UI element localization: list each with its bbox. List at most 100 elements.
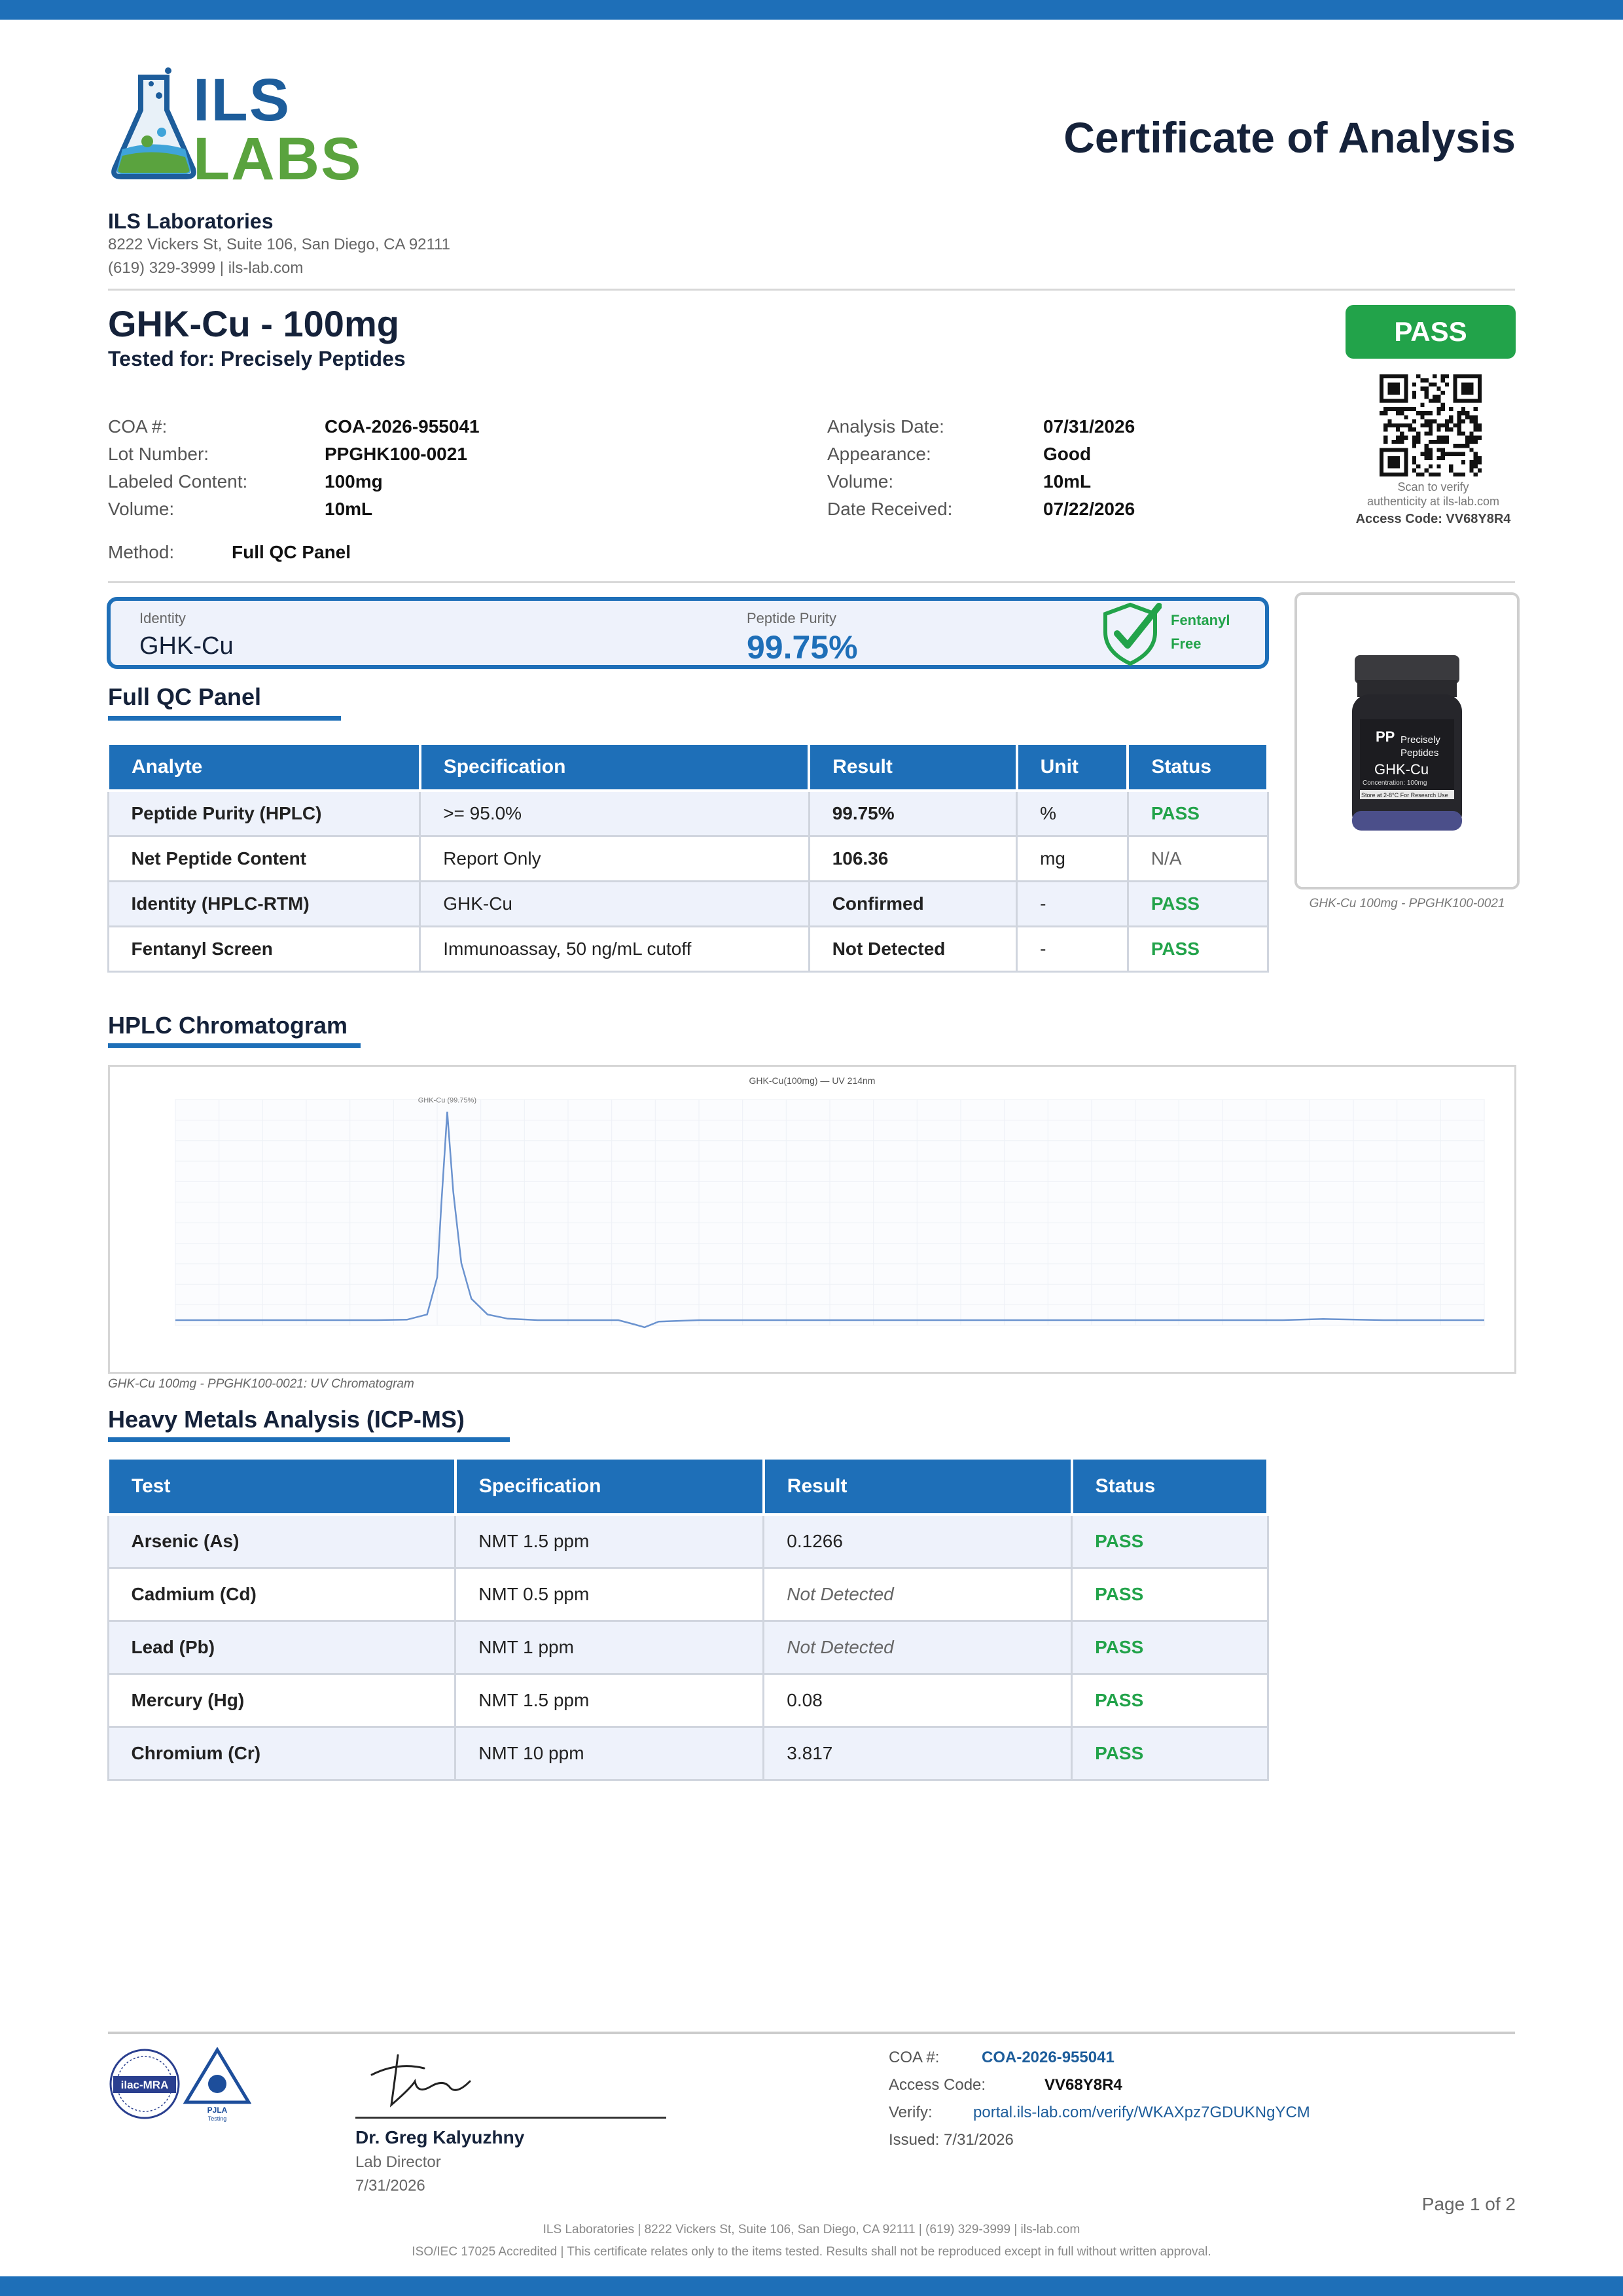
metal-specification: NMT 0.5 ppm xyxy=(454,1566,765,1622)
metal-specification: NMT 10 ppm xyxy=(454,1725,765,1781)
qc-specification: GHK-Cu xyxy=(419,880,810,927)
chromatogram-underline xyxy=(108,1043,361,1048)
table-row: Net Peptide Content Report Only 106.36 m… xyxy=(107,834,1269,882)
qc-result: Not Detected xyxy=(808,925,1018,973)
qr-code-icon[interactable] xyxy=(1380,374,1482,476)
purity-value: 99.75% xyxy=(747,629,858,666)
volume-right-value: 10mL xyxy=(1043,471,1092,492)
vial-image: Precisely Peptides PP GHK-Cu Concentrati… xyxy=(1297,595,1517,887)
identity-label: Identity xyxy=(139,610,186,626)
qc-analyte: Peptide Purity (HPLC) xyxy=(107,789,421,837)
metal-specification: NMT 1 ppm xyxy=(454,1619,765,1675)
metal-status: PASS xyxy=(1071,1513,1269,1569)
coa-number-label: COA #: xyxy=(108,416,168,437)
metal-specification: NMT 1.5 ppm xyxy=(454,1513,765,1569)
metal-status: PASS xyxy=(1071,1619,1269,1675)
qc-unit: - xyxy=(1016,925,1129,973)
method-label: Method: xyxy=(108,542,175,562)
logo-labs-text: LABS xyxy=(193,126,363,192)
qc-result: 106.36 xyxy=(808,834,1018,882)
qc-status: PASS xyxy=(1126,880,1269,927)
top-color-band xyxy=(0,0,1623,20)
lab-address: 8222 Vickers St, Suite 106, San Diego, C… xyxy=(108,236,451,253)
vial-product-name: GHK-Cu xyxy=(1374,761,1429,778)
identity-value: GHK-Cu xyxy=(139,632,234,660)
table-row: Identity (HPLC-RTM) GHK-Cu Confirmed - P… xyxy=(107,880,1269,927)
product-image-caption: GHK-Cu 100mg - PPGHK100-0021 xyxy=(1309,897,1505,910)
verify-link[interactable]: portal.ils-lab.com/verify/WKAXpz7GDUKNgY… xyxy=(973,2104,1310,2122)
chromatogram-svg: GHK-Cu(100mg) — UV 214nm GHK-Cu (99.75%) xyxy=(175,1075,1485,1329)
vial-brand2: Peptides xyxy=(1400,747,1438,759)
metals-header-status: Status xyxy=(1070,1457,1270,1516)
qc-unit: - xyxy=(1016,880,1129,927)
metal-test: Arsenic (As) xyxy=(107,1513,457,1569)
metals-title: Heavy Metals Analysis (ICP-MS) xyxy=(108,1406,465,1433)
qc-header-unit: Unit xyxy=(1015,742,1130,792)
metal-test: Chromium (Cr) xyxy=(107,1725,457,1781)
qc-panel-title: Full QC Panel xyxy=(108,683,262,710)
footer-access-value: VV68Y8R4 xyxy=(1044,2076,1122,2094)
metal-status: PASS xyxy=(1071,1566,1269,1622)
pjla-seal-icon: PJLA Testing xyxy=(183,2047,251,2122)
access-code-label: Access Code: VV68Y8R4 xyxy=(1355,512,1511,526)
method-value: Full QC Panel xyxy=(232,542,351,562)
product-image: Precisely Peptides PP GHK-Cu Concentrati… xyxy=(1294,592,1520,889)
signature-image xyxy=(370,2054,471,2108)
signature-line xyxy=(355,2117,666,2119)
table-row: Peptide Purity (HPLC) >= 95.0% 99.75% % … xyxy=(107,789,1269,837)
footer-coa-value[interactable]: COA-2026-955041 xyxy=(982,2049,1115,2067)
metals-table: Test Specification Result Status Arsenic… xyxy=(107,1457,1270,1781)
signer-name: Dr. Greg Kalyuzhny xyxy=(355,2127,525,2147)
fentanyl-free-label: Fentanyl Free xyxy=(1171,609,1230,656)
signer-date: 7/31/2026 xyxy=(355,2177,425,2195)
header-divider xyxy=(108,289,1515,291)
table-row: Fentanyl Screen Immunoassay, 50 ng/mL cu… xyxy=(107,925,1269,973)
qc-analyte: Fentanyl Screen xyxy=(107,925,421,973)
appearance-label: Appearance: xyxy=(827,444,931,464)
volume-value: 10mL xyxy=(325,499,373,519)
metal-specification: NMT 1.5 ppm xyxy=(454,1672,765,1728)
date-received-label: Date Received: xyxy=(827,499,953,519)
qc-panel-underline xyxy=(108,716,341,721)
metal-result: Not Detected xyxy=(762,1619,1073,1675)
chart-title: GHK-Cu(100mg) — UV 214nm xyxy=(749,1075,876,1086)
footer-disclaimer-line: ISO/IEC 17025 Accredited | This certific… xyxy=(412,2245,1211,2259)
ilac-mra-seal-icon: ilac-MRA xyxy=(109,2049,180,2119)
metal-status: PASS xyxy=(1071,1672,1269,1728)
metals-header-result: Result xyxy=(762,1457,1073,1516)
qc-header-specification: Specification xyxy=(418,742,811,792)
bottom-color-band xyxy=(0,2276,1623,2296)
pjla-label: PJLA xyxy=(207,2106,228,2115)
metal-test: Cadmium (Cd) xyxy=(107,1566,457,1622)
pass-badge: PASS xyxy=(1346,305,1516,359)
vial-brand1: Precisely xyxy=(1400,734,1440,745)
qc-result: Confirmed xyxy=(808,880,1018,927)
qc-unit: mg xyxy=(1016,834,1129,882)
metal-result: 0.08 xyxy=(762,1672,1073,1728)
metals-header-row: Test Specification Result Status xyxy=(107,1457,1270,1516)
qc-result: 99.75% xyxy=(808,789,1018,837)
qr-caption-line2: authenticity at ils-lab.com xyxy=(1366,495,1500,508)
analysis-date-value: 07/31/2026 xyxy=(1043,416,1135,437)
labeled-content-value: 100mg xyxy=(325,471,383,492)
tested-for: Tested for: Precisely Peptides xyxy=(108,347,406,370)
qc-unit: % xyxy=(1016,789,1129,837)
qc-header-analyte: Analyte xyxy=(107,742,421,792)
metal-result: Not Detected xyxy=(762,1566,1073,1622)
metal-result: 3.817 xyxy=(762,1725,1073,1781)
qc-specification: Report Only xyxy=(419,834,810,882)
pp-monogram-icon: PP xyxy=(1376,728,1395,745)
table-row: Chromium (Cr) NMT 10 ppm 3.817 PASS xyxy=(107,1725,1269,1781)
qc-specification: Immunoassay, 50 ng/mL cutoff xyxy=(419,925,810,973)
qc-status: PASS xyxy=(1126,789,1269,837)
volume-right-label: Volume: xyxy=(827,471,894,492)
footer-access-label: Access Code: xyxy=(889,2076,986,2094)
logo-ils-text: ILS xyxy=(193,67,291,134)
qr-caption-line1: Scan to verify xyxy=(1397,480,1469,493)
peak-label: GHK-Cu (99.75%) xyxy=(418,1097,476,1105)
metals-header-test: Test xyxy=(107,1457,457,1516)
metal-result: 0.1266 xyxy=(762,1513,1073,1569)
table-row: Cadmium (Cd) NMT 0.5 ppm Not Detected PA… xyxy=(107,1566,1269,1622)
footer-issued: Issued: 7/31/2026 xyxy=(889,2131,1014,2149)
product-title: GHK-Cu - 100mg xyxy=(108,303,399,344)
